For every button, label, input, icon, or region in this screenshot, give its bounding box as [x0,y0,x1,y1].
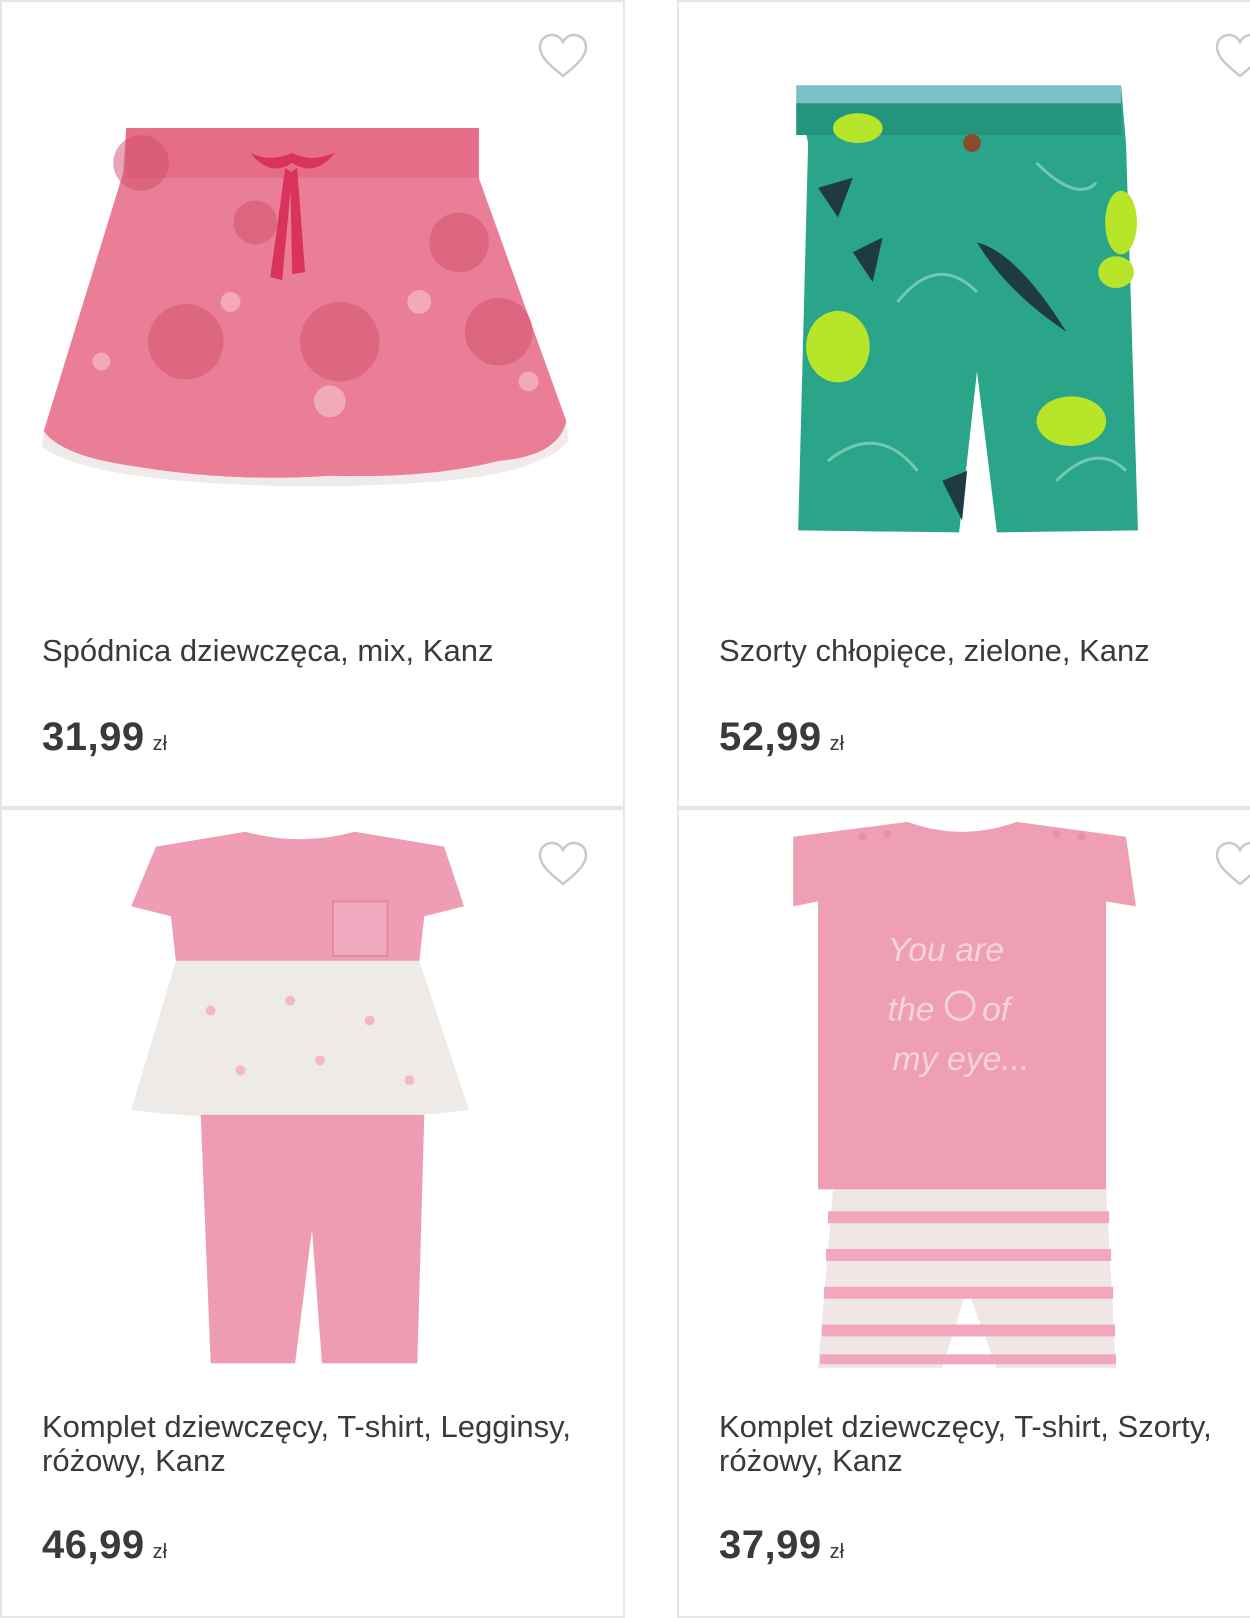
product-image-shorts[interactable] [679,2,1250,592]
price-currency: zł [152,733,168,755]
price-currency: zł [152,1541,168,1563]
wishlist-heart-icon[interactable] [537,32,589,80]
price-currency: zł [829,1541,845,1563]
product-card[interactable]: Szorty chłopięce, zielone, Kanz 52,99 zł [677,0,1250,808]
product-card[interactable]: Spódnica dziewczęca, mix, Kanz 31,99 zł [0,0,625,808]
product-image-skirt[interactable] [2,2,623,592]
price-amount: 46,99 [42,1523,145,1567]
product-name[interactable]: Spódnica dziewczęca, mix, Kanz [42,634,602,668]
shirt-print-line-3: of [982,991,1014,1029]
product-price: 31,99 zł [42,715,167,760]
price-currency: zł [829,733,845,755]
product-grid: Spódnica dziewczęca, mix, Kanz 31,99 zł [0,0,1250,1618]
product-image-set-leggings[interactable] [2,810,623,1400]
wishlist-heart-icon[interactable] [1214,840,1250,888]
product-image-set-shorts[interactable]: You are the of my eye... [679,810,1250,1400]
product-name[interactable]: Komplet dziewczęcy, T-shirt, Szorty, róż… [719,1410,1250,1478]
product-price: 37,99 zł [719,1523,844,1568]
product-card[interactable]: Komplet dziewczęcy, T-shirt, Legginsy, r… [0,808,625,1618]
product-card[interactable]: You are the of my eye... Komplet dziewcz… [677,808,1250,1618]
grid-gutter [625,0,677,1618]
product-price: 46,99 zł [42,1523,167,1568]
product-name[interactable]: Komplet dziewczęcy, T-shirt, Legginsy, r… [42,1410,602,1478]
price-amount: 37,99 [719,1523,822,1567]
shirt-print-line-1: You are [888,931,1004,969]
wishlist-heart-icon[interactable] [1214,32,1250,80]
price-amount: 31,99 [42,715,145,759]
product-price: 52,99 zł [719,715,844,760]
shirt-print-line-2: the [888,991,935,1029]
wishlist-heart-icon[interactable] [537,840,589,888]
product-name[interactable]: Szorty chłopięce, zielone, Kanz [719,634,1250,668]
shirt-print-line-4: my eye... [893,1040,1030,1078]
price-amount: 52,99 [719,715,822,759]
